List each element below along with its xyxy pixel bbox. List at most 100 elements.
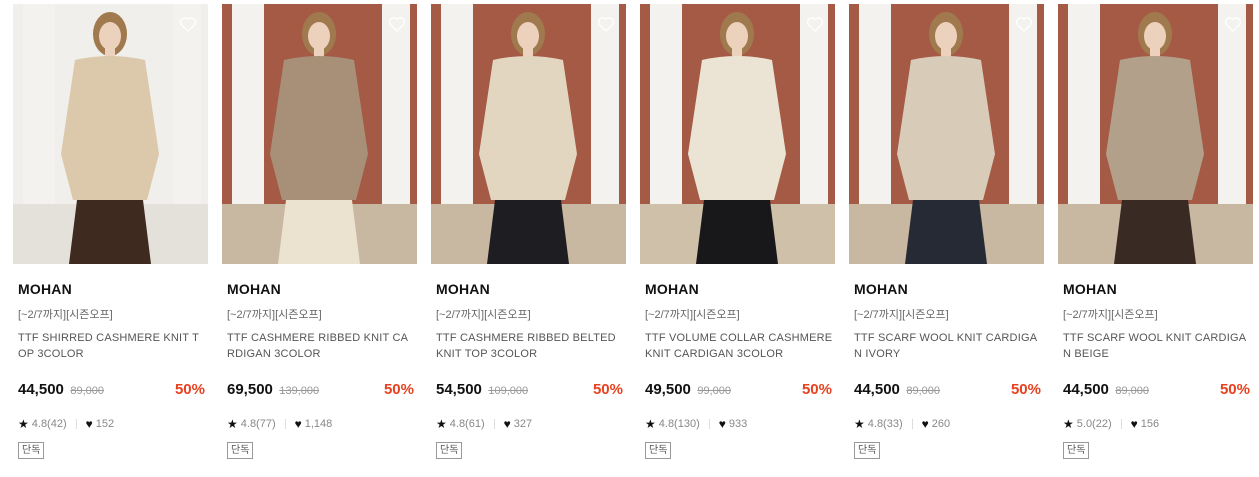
like-count: 156 xyxy=(1140,418,1160,430)
brand-name[interactable]: MOHAN xyxy=(227,281,281,297)
heart-filled-icon: ♥ xyxy=(503,417,511,431)
promo-label: [~2/7까지][시즌오프] xyxy=(436,309,531,321)
review-stats: ★ 4.8(77) ♥ 1,148 xyxy=(227,417,332,431)
original-price: 89,000 xyxy=(1115,385,1149,397)
star-icon: ★ xyxy=(1063,417,1074,431)
divider xyxy=(708,419,710,429)
heart-filled-icon: ♥ xyxy=(294,417,302,431)
wishlist-heart-icon[interactable] xyxy=(1014,14,1034,34)
product-name[interactable]: TTF SHIRRED CASHMERE KNIT TOP 3COLOR xyxy=(18,330,206,362)
heart-filled-icon: ♥ xyxy=(921,417,929,431)
rating-count: 4.8(42) xyxy=(31,418,67,430)
exclusive-badge: 단독 xyxy=(854,442,881,459)
wishlist-heart-icon[interactable] xyxy=(805,14,825,34)
product-photo xyxy=(13,4,208,264)
star-icon: ★ xyxy=(645,417,656,431)
price-row: 44,500 89,000 50% xyxy=(18,381,205,401)
review-stats: ★ 4.8(42) ♥ 152 xyxy=(18,417,114,431)
exclusive-badge: 단독 xyxy=(436,442,463,459)
product-card[interactable]: MOHAN [~2/7까지][시즌오프] TTF SCARF WOOL KNIT… xyxy=(1058,4,1253,459)
promo-label: [~2/7까지][시즌오프] xyxy=(1063,309,1158,321)
discount-rate: 50% xyxy=(383,381,414,398)
promo-label: [~2/7까지][시즌오프] xyxy=(645,309,740,321)
product-card[interactable]: MOHAN [~2/7까지][시즌오프] TTF SCARF WOOL KNIT… xyxy=(849,4,1044,459)
product-name[interactable]: TTF VOLUME COLLAR CASHMERE KNIT CARDIGAN… xyxy=(645,330,833,362)
wishlist-heart-icon[interactable] xyxy=(1223,14,1243,34)
product-image[interactable] xyxy=(13,4,208,264)
discount-rate: 50% xyxy=(592,381,623,398)
price-row: 44,500 89,000 50% xyxy=(1063,381,1250,401)
sale-price: 44,500 xyxy=(854,381,900,398)
brand-name[interactable]: MOHAN xyxy=(18,281,72,297)
promo-label: [~2/7까지][시즌오프] xyxy=(18,309,113,321)
discount-rate: 50% xyxy=(801,381,832,398)
discount-rate: 50% xyxy=(1010,381,1041,398)
product-card[interactable]: MOHAN [~2/7까지][시즌오프] TTF CASHMERE RIBBED… xyxy=(222,4,417,459)
exclusive-badge: 단독 xyxy=(227,442,254,459)
product-photo xyxy=(222,4,417,264)
heart-filled-icon: ♥ xyxy=(85,417,93,431)
product-image[interactable] xyxy=(640,4,835,264)
price-row: 69,500 139,000 50% xyxy=(227,381,414,401)
product-image[interactable] xyxy=(222,4,417,264)
original-price: 89,000 xyxy=(70,385,104,397)
brand-name[interactable]: MOHAN xyxy=(645,281,699,297)
wishlist-heart-icon[interactable] xyxy=(596,14,616,34)
star-icon: ★ xyxy=(227,417,238,431)
divider xyxy=(1120,419,1122,429)
exclusive-badge: 단독 xyxy=(645,442,672,459)
brand-name[interactable]: MOHAN xyxy=(854,281,908,297)
sale-price: 54,500 xyxy=(436,381,482,398)
discount-rate: 50% xyxy=(174,381,205,398)
exclusive-badge: 단독 xyxy=(1063,442,1090,459)
divider xyxy=(493,419,495,429)
product-name[interactable]: TTF SCARF WOOL KNIT CARDIGAN IVORY xyxy=(854,330,1042,362)
divider xyxy=(911,419,913,429)
product-name[interactable]: TTF SCARF WOOL KNIT CARDIGAN BEIGE xyxy=(1063,330,1251,362)
rating-count: 4.8(61) xyxy=(449,418,485,430)
brand-name[interactable]: MOHAN xyxy=(1063,281,1117,297)
product-name[interactable]: TTF CASHMERE RIBBED BELTED KNIT TOP 3COL… xyxy=(436,330,624,362)
discount-rate: 50% xyxy=(1219,381,1250,398)
product-card[interactable]: MOHAN [~2/7까지][시즌오프] TTF SHIRRED CASHMER… xyxy=(13,4,208,459)
product-card[interactable]: MOHAN [~2/7까지][시즌오프] TTF VOLUME COLLAR C… xyxy=(640,4,835,459)
original-price: 109,000 xyxy=(488,385,529,397)
price-row: 49,500 99,000 50% xyxy=(645,381,832,401)
product-name[interactable]: TTF CASHMERE RIBBED KNIT CARDIGAN 3COLOR xyxy=(227,330,415,362)
like-count: 1,148 xyxy=(304,418,333,430)
original-price: 89,000 xyxy=(906,385,940,397)
wishlist-heart-icon[interactable] xyxy=(387,14,407,34)
heart-filled-icon: ♥ xyxy=(1130,417,1138,431)
divider xyxy=(75,419,77,429)
product-card[interactable]: MOHAN [~2/7까지][시즌오프] TTF CASHMERE RIBBED… xyxy=(431,4,626,459)
exclusive-badge: 단독 xyxy=(18,442,45,459)
star-icon: ★ xyxy=(854,417,865,431)
wishlist-heart-icon[interactable] xyxy=(178,14,198,34)
product-image[interactable] xyxy=(431,4,626,264)
product-grid: MOHAN [~2/7까지][시즌오프] TTF SHIRRED CASHMER… xyxy=(0,0,1259,477)
like-count: 152 xyxy=(95,418,115,430)
product-photo xyxy=(849,4,1044,264)
product-image[interactable] xyxy=(1058,4,1253,264)
price-row: 54,500 109,000 50% xyxy=(436,381,623,401)
rating-count: 4.8(77) xyxy=(240,418,276,430)
original-price: 139,000 xyxy=(279,385,320,397)
like-count: 260 xyxy=(931,418,951,430)
brand-name[interactable]: MOHAN xyxy=(436,281,490,297)
promo-label: [~2/7까지][시즌오프] xyxy=(227,309,322,321)
sale-price: 44,500 xyxy=(1063,381,1109,398)
review-stats: ★ 5.0(22) ♥ 156 xyxy=(1063,417,1159,431)
original-price: 99,000 xyxy=(697,385,731,397)
like-count: 327 xyxy=(513,418,533,430)
heart-filled-icon: ♥ xyxy=(718,417,726,431)
price-row: 44,500 89,000 50% xyxy=(854,381,1041,401)
sale-price: 49,500 xyxy=(645,381,691,398)
rating-count: 4.8(130) xyxy=(658,418,700,430)
review-stats: ★ 4.8(33) ♥ 260 xyxy=(854,417,950,431)
review-stats: ★ 4.8(61) ♥ 327 xyxy=(436,417,532,431)
product-photo xyxy=(1058,4,1253,264)
star-icon: ★ xyxy=(18,417,29,431)
product-image[interactable] xyxy=(849,4,1044,264)
product-photo xyxy=(640,4,835,264)
rating-count: 5.0(22) xyxy=(1076,418,1112,430)
